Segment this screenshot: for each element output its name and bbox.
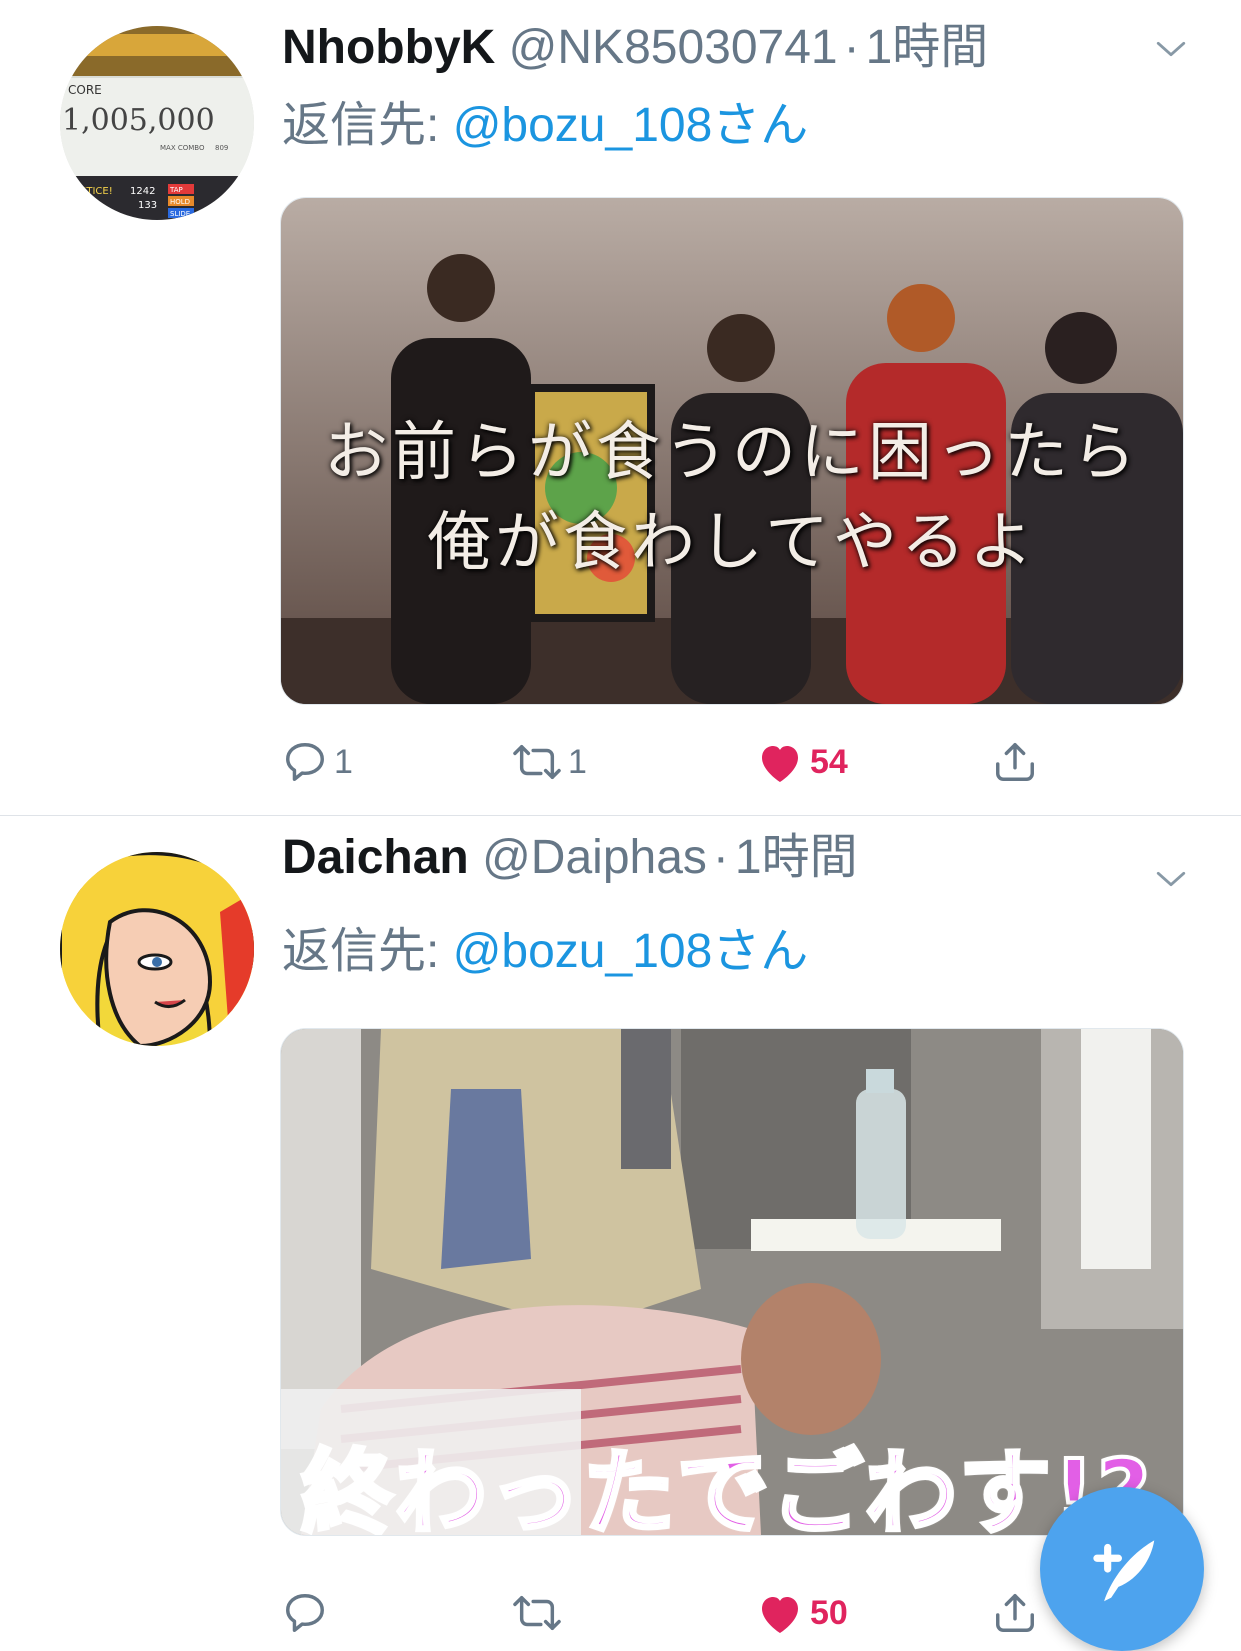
like-count: 50 <box>810 1593 848 1632</box>
reply-to-link[interactable]: @bozu_108さん <box>453 99 809 152</box>
avatar-row2-value: 133 <box>138 200 157 211</box>
avatar-tap: TAP <box>169 186 183 194</box>
media-caption-line2: 俺が食わしてやるよ <box>426 506 1038 580</box>
avatar-label: CORE <box>68 83 102 97</box>
reply-to-link[interactable]: @bozu_108さん <box>453 925 809 978</box>
reply-button[interactable]: 1 <box>282 727 353 797</box>
reply-icon <box>286 1594 324 1632</box>
avatar-combo-label: MAX COMBO <box>160 144 205 152</box>
tweet-actions: 1 1 54 <box>0 727 1241 797</box>
share-button[interactable] <box>992 727 1038 797</box>
tweet[interactable]: CORE 1,005,000 MAX COMBO 809 STICE! 1242… <box>0 0 1241 815</box>
retweet-count: 1 <box>568 742 587 781</box>
timestamp[interactable]: 1時間 <box>866 21 989 74</box>
tweet-media[interactable]: 終わったでごわす!? <box>280 1028 1184 1536</box>
retweet-icon <box>513 744 561 780</box>
display-name[interactable]: NhobbyK <box>282 21 495 74</box>
chevron-down-icon[interactable] <box>1154 862 1188 896</box>
separator: · <box>712 831 729 884</box>
reply-count: 1 <box>334 742 353 781</box>
tweet-header: NhobbyK @NK85030741 · 1時間 <box>282 18 988 78</box>
share-icon <box>996 743 1034 781</box>
separator: · <box>843 21 860 74</box>
media-caption: 終わったでごわす!? <box>299 1440 1153 1536</box>
tweet-header: Daichan @Daiphas · 1時間 <box>282 828 858 888</box>
avatar[interactable] <box>60 852 254 1046</box>
compose-tweet-button[interactable] <box>1040 1487 1204 1651</box>
display-name[interactable]: Daichan <box>282 831 469 884</box>
avatar[interactable]: CORE 1,005,000 MAX COMBO 809 STICE! 1242… <box>60 26 254 220</box>
compose-tweet-icon <box>1093 1540 1155 1602</box>
user-handle[interactable]: @NK85030741 <box>509 21 838 74</box>
avatar-slide: SLIDE <box>170 210 190 218</box>
reply-prefix: 返信先: <box>282 925 440 978</box>
tweet-media[interactable]: お前らが食うのに困ったら 俺が食わしてやるよ <box>280 197 1184 705</box>
share-icon <box>996 1594 1034 1632</box>
user-handle[interactable]: @Daiphas <box>482 831 707 884</box>
retweet-button[interactable]: 1 <box>512 727 587 797</box>
reply-context: 返信先: @bozu_108さん <box>282 922 808 982</box>
reply-icon <box>286 743 324 781</box>
avatar-combo-value: 809 <box>215 144 228 152</box>
reply-context: 返信先: @bozu_108さん <box>282 96 808 156</box>
heart-icon <box>762 1597 798 1633</box>
avatar-row1-label: STICE! <box>80 186 113 197</box>
retweet-button[interactable] <box>512 1578 568 1648</box>
avatar-score: 1,005,000 <box>62 103 215 138</box>
reply-prefix: 返信先: <box>282 99 440 152</box>
avatar-hold: HOLD <box>170 198 190 206</box>
media-caption-line1: お前らが食うのに困ったら <box>324 416 1140 490</box>
share-button[interactable] <box>992 1578 1038 1648</box>
avatar-row1-value: 1242 <box>130 186 155 197</box>
chevron-down-icon[interactable] <box>1154 32 1188 66</box>
like-button[interactable]: 54 <box>756 727 848 797</box>
heart-icon <box>762 746 798 782</box>
like-button[interactable]: 50 <box>756 1578 848 1648</box>
retweet-icon <box>513 1595 561 1631</box>
timestamp[interactable]: 1時間 <box>735 831 858 884</box>
like-count: 54 <box>810 742 848 781</box>
reply-button[interactable] <box>282 1578 334 1648</box>
